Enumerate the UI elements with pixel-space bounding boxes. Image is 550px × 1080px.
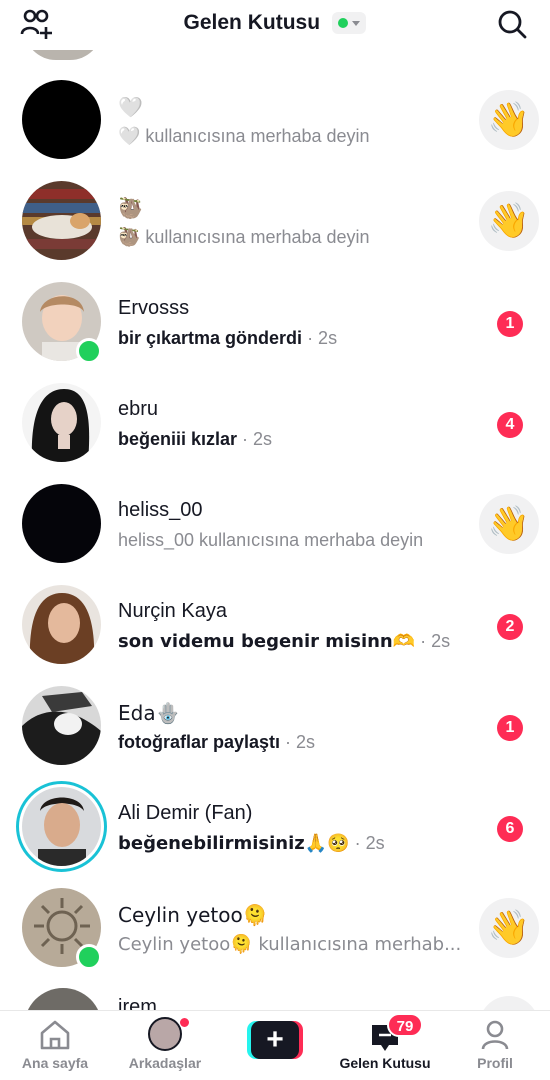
conversation-subtitle: beğenebilirmisiniz🙏🥺 · 2s	[118, 833, 385, 854]
page-title: Gelen Kutusu	[183, 11, 321, 34]
nav-profile[interactable]: Profil	[440, 1011, 550, 1080]
notification-dot	[179, 1017, 190, 1028]
wave-hand-icon[interactable]: 👋	[479, 191, 539, 251]
conversation-row[interactable]: heliss_00 heliss_00 kullanıcısına merhab…	[0, 454, 550, 563]
conversation-row[interactable]: Nurçin Kaya son videmu begenir misinn🫶 ·…	[0, 555, 550, 664]
conversation-name: Eda🪬	[118, 701, 181, 725]
conversation-row[interactable]: Ali Demir (Fan) beğenebilirmisiniz🙏🥺 · 2…	[0, 757, 550, 872]
nav-profile-label: Profil	[477, 1055, 513, 1071]
avatar[interactable]	[22, 787, 101, 866]
nav-friends[interactable]: Arkadaşlar	[110, 1011, 220, 1080]
avatar[interactable]	[22, 484, 101, 563]
conversation-name: 🤍	[118, 95, 143, 119]
status-selector[interactable]	[332, 12, 367, 34]
nav-friends-label: Arkadaşlar	[128, 1055, 202, 1071]
search-icon[interactable]	[496, 8, 528, 40]
inbox-header: Gelen Kutusu	[0, 0, 550, 50]
unread-badge: 2	[497, 614, 523, 640]
home-icon	[38, 1019, 72, 1056]
online-status-icon	[338, 18, 349, 28]
unread-badge: 6	[497, 816, 523, 842]
unread-badge: 1	[497, 715, 523, 741]
avatar[interactable]	[22, 585, 101, 664]
unread-badge: 4	[497, 412, 523, 438]
conversation-name: Ali Demir (Fan)	[118, 802, 253, 824]
nav-create[interactable]: +	[220, 1011, 330, 1080]
conversation-row[interactable]: Eda🪬 fotoğraflar paylaştı · 2s 1	[0, 656, 550, 765]
conversation-subtitle: fotoğraflar paylaştı · 2s	[118, 732, 316, 752]
avatar[interactable]	[22, 80, 101, 159]
nav-home[interactable]: Ana sayfa	[0, 1011, 110, 1080]
wave-hand-icon[interactable]: 👋	[479, 494, 539, 554]
avatar	[148, 1017, 182, 1051]
conversation-subtitle: bir çıkartma gönderdi · 2s	[118, 328, 338, 348]
avatar[interactable]	[22, 686, 101, 765]
plus-icon: +	[251, 1021, 299, 1059]
bottom-navigation: Ana sayfa Arkadaşlar + 79 Gelen Kutusu P…	[0, 1010, 550, 1080]
conversation-row[interactable]: Ceylin yetoo🫠 Ceylin yetoo🫠 kullanıcısın…	[0, 858, 550, 970]
conversation-subtitle: Ceylin yetoo🫠 kullanıcısına merhab...	[118, 934, 462, 955]
avatar[interactable]	[22, 181, 101, 260]
conversation-subtitle: heliss_00 kullanıcısına merhaba deyin	[118, 530, 424, 550]
conversation-subtitle: 🤍 kullanıcısına merhaba deyin	[118, 126, 370, 146]
conversation-row[interactable]: Ervosss bir çıkartma gönderdi · 2s 1	[0, 252, 550, 364]
inbox-badge: 79	[387, 1013, 423, 1037]
online-status-icon	[76, 944, 102, 970]
conversation-name: heliss_00	[118, 499, 203, 521]
chevron-down-icon	[352, 21, 361, 26]
conversation-subtitle: beğeniii kızlar · 2s	[118, 429, 273, 449]
conversation-row[interactable]: ebru beğeniii kızlar · 2s 4	[0, 353, 550, 462]
conversation-row[interactable]: 🤍 🤍 kullanıcısına merhaba deyin 👋	[0, 50, 550, 159]
conversation-name: 🦥	[118, 196, 143, 220]
create-button[interactable]: +	[247, 1021, 303, 1059]
conversation-name: Ceylin yetoo🫠	[118, 903, 268, 927]
nav-home-label: Ana sayfa	[21, 1055, 89, 1071]
conversation-name: Ervosss	[118, 297, 190, 319]
conversation-row[interactable]: 🦥 🦥 kullanıcısına merhaba deyin 👋	[0, 151, 550, 260]
avatar[interactable]	[22, 383, 101, 462]
conversation-name: ebru	[118, 398, 159, 420]
conversation-subtitle: 🦥 kullanıcısına merhaba deyin	[118, 227, 370, 247]
conversation-subtitle: son videmu begenir misinn🫶 · 2s	[118, 631, 451, 652]
conversation-name: Nurçin Kaya	[118, 600, 227, 622]
nav-inbox[interactable]: 79 Gelen Kutusu	[330, 1011, 440, 1080]
wave-hand-icon[interactable]: 👋	[479, 90, 539, 150]
wave-hand-icon[interactable]: 👋	[479, 898, 539, 958]
unread-badge: 1	[497, 311, 523, 337]
profile-icon	[479, 1019, 511, 1056]
conversation-list: 🤍 🤍 kullanıcısına merhaba deyin 👋 🦥 🦥 ku…	[0, 50, 550, 970]
nav-inbox-label: Gelen Kutusu	[339, 1055, 431, 1071]
